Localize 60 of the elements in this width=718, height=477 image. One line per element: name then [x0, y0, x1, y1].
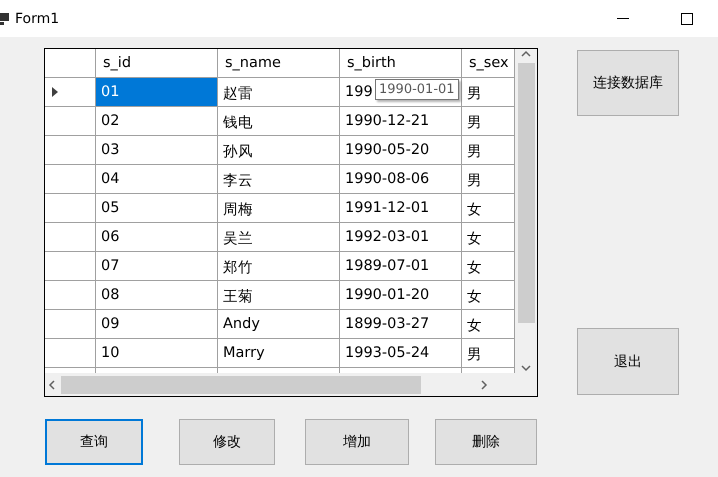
action-button[interactable]: 查询 — [45, 419, 143, 465]
table-cell[interactable]: 02 — [96, 107, 218, 136]
table-cell[interactable]: 1990-12-21 — [340, 107, 462, 136]
table-cell[interactable]: 男 — [462, 165, 515, 194]
window-icon — [0, 12, 9, 26]
scroll-left-icon[interactable] — [47, 380, 57, 390]
table-cell[interactable]: 03 — [96, 136, 218, 165]
table-cell[interactable]: 09 — [96, 310, 218, 339]
table-cell[interactable]: 赵雷 — [218, 78, 340, 107]
scroll-up-icon[interactable] — [521, 49, 531, 59]
table-cell[interactable]: 吴兰 — [218, 223, 340, 252]
action-button[interactable]: 删除 — [435, 419, 537, 465]
table-cell[interactable]: 1990-05-20 — [340, 136, 462, 165]
window-title: Form1 — [15, 10, 60, 26]
table-cell[interactable]: Andy — [218, 310, 340, 339]
table-cell[interactable]: 1990-08-06 — [340, 165, 462, 194]
table-cell[interactable]: 1989-07-01 — [340, 252, 462, 281]
table-cell[interactable]: 08 — [96, 281, 218, 310]
table-cell[interactable]: 郑竹 — [218, 252, 340, 281]
connect-button[interactable]: 连接数据库 — [577, 50, 679, 116]
table-cell[interactable]: 女 — [462, 194, 515, 223]
table-cell[interactable]: 1991-12-01 — [340, 194, 462, 223]
action-button[interactable]: 增加 — [305, 419, 409, 465]
table-cell[interactable]: 钱电 — [218, 107, 340, 136]
table-cell[interactable]: 男 — [462, 78, 515, 107]
vertical-scrollbar[interactable] — [515, 49, 537, 373]
table-cell[interactable]: 06 — [96, 223, 218, 252]
table-cell[interactable]: 1993-05-24 — [340, 339, 462, 368]
current-row-icon — [52, 87, 58, 97]
data-grid[interactable] — [44, 48, 538, 397]
tooltip: 1990-01-01 — [375, 79, 459, 100]
table-cell[interactable]: 王菊 — [218, 281, 340, 310]
table-cell[interactable]: 男 — [462, 107, 515, 136]
table-cell[interactable]: 1990-01-20 — [340, 281, 462, 310]
scroll-thumb[interactable] — [61, 376, 421, 394]
scroll-thumb[interactable] — [518, 63, 534, 323]
row-header-corner — [45, 49, 96, 78]
exit-button[interactable]: 退出 — [577, 328, 679, 395]
minimize-icon — [617, 18, 629, 19]
table-cell[interactable]: 孙风 — [218, 136, 340, 165]
table-cell[interactable]: 男 — [462, 136, 515, 165]
table-cell[interactable]: 李云 — [218, 165, 340, 194]
maximize-icon — [681, 12, 693, 24]
table-cell[interactable]: 女 — [462, 281, 515, 310]
table-cell[interactable]: 女 — [462, 310, 515, 339]
table-cell[interactable]: 05 — [96, 194, 218, 223]
table-cell[interactable]: 10 — [96, 339, 218, 368]
table-cell[interactable]: 男 — [462, 339, 515, 368]
table-cell[interactable]: 女 — [462, 252, 515, 281]
scroll-right-icon[interactable] — [479, 380, 489, 390]
table-cell[interactable]: 女 — [462, 223, 515, 252]
table-cell[interactable]: 07 — [96, 252, 218, 281]
table-cell[interactable]: 1992-03-01 — [340, 223, 462, 252]
table-cell[interactable]: 04 — [96, 165, 218, 194]
action-button[interactable]: 修改 — [179, 419, 275, 465]
table-cell[interactable]: Marry — [218, 339, 340, 368]
table-cell[interactable]: 1899-03-27 — [340, 310, 462, 339]
scroll-down-icon[interactable] — [521, 363, 531, 373]
table-cell[interactable]: 01 — [96, 78, 218, 107]
table-cell[interactable]: 周梅 — [218, 194, 340, 223]
